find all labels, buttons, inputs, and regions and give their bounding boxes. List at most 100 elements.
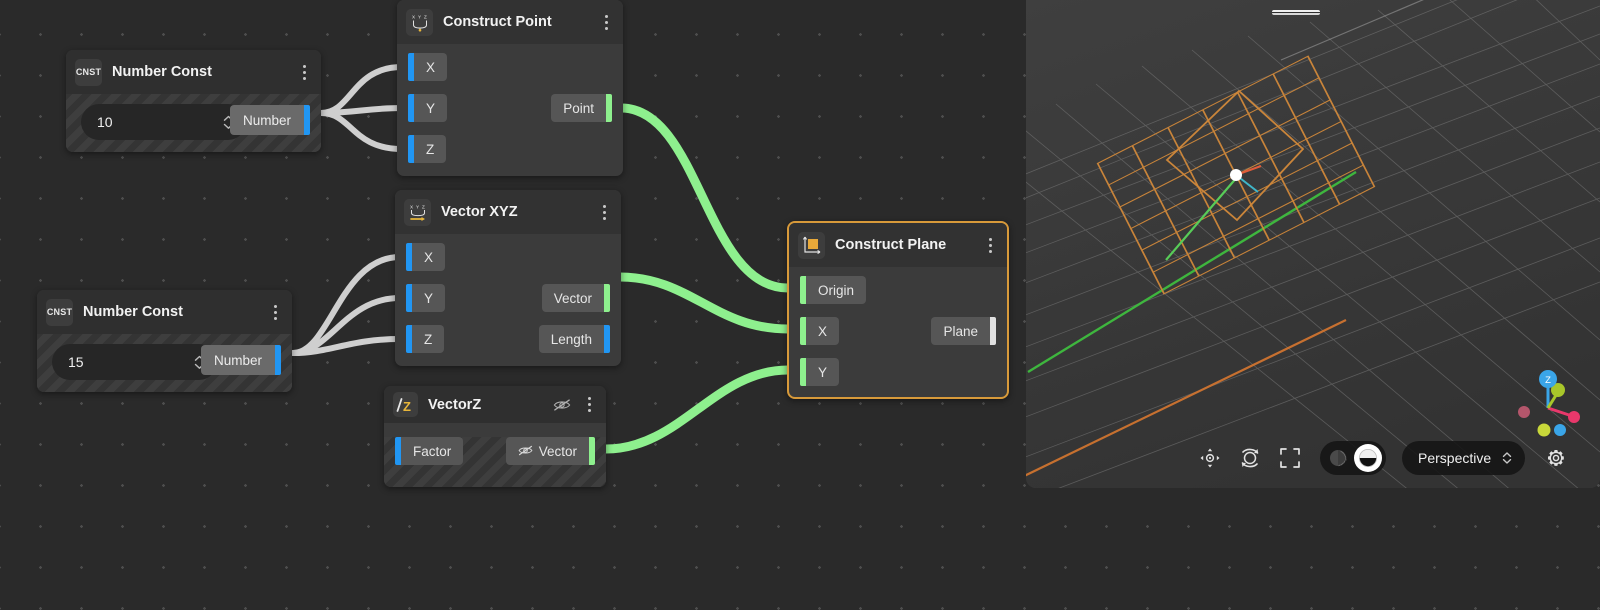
node-header[interactable]: X Y Z Construct Point [397,0,623,44]
output-port-vector-label: Vector [539,444,577,459]
output-port-point-connector[interactable] [606,94,612,122]
node-menu-button[interactable] [297,63,311,81]
output-port-point[interactable]: Point [551,94,606,122]
input-port-factor[interactable]: Factor [401,437,463,465]
svg-text:X: X [410,205,413,210]
projection-label: Perspective [1418,450,1491,466]
gizmo-x-ball [1568,411,1580,423]
shading-solid-icon[interactable] [1354,444,1382,472]
orbit-icon[interactable] [1236,444,1264,472]
input-port-z[interactable]: Z [412,325,444,353]
node-vector-xyz[interactable]: X Y Z Vector XYZ X Y [395,190,621,366]
xyz-arrow-icon: X Y Z [404,199,431,226]
node-title: Construct Point [443,14,589,30]
shading-mode-group[interactable] [1320,441,1386,475]
node-body: X Y Point Z [397,44,623,163]
node-vectorz[interactable]: Z VectorZ Factor [384,386,606,487]
cnst-icon: CNST [46,299,73,326]
node-menu-button[interactable] [599,13,613,31]
eye-off-icon [518,444,533,459]
cnst-icon-label: CNST [76,67,101,77]
node-number-const-2[interactable]: CNST Number Const 15 Number [37,290,292,392]
output-port-number-connector[interactable] [304,105,310,135]
svg-text:Z: Z [422,205,425,210]
node-body: X Y Vector Z Length [395,234,621,353]
input-port-y[interactable]: Y [414,94,447,122]
move-gizmo-icon[interactable] [1196,444,1224,472]
node-title: Number Const [83,304,258,320]
node-menu-button[interactable] [582,396,596,414]
output-port-vector[interactable]: Vector [542,284,604,312]
node-number-const-1[interactable]: CNST Number Const 10 Number [66,50,321,152]
xyz-point-icon: X Y Z [406,9,433,36]
node-body: Factor Vector [384,437,606,487]
node-construct-point[interactable]: X Y Z Construct Point X Y [397,0,623,176]
input-row: Factor Vector [384,437,606,465]
shading-sphere-icon[interactable] [1324,444,1352,472]
eye-off-icon[interactable] [553,398,571,412]
chevron-updown-icon [1501,450,1513,466]
output-port-number[interactable]: Number [230,105,304,135]
cnst-icon: CNST [75,59,102,86]
wire-vectorz-y [606,370,788,449]
viewport-drag-handle[interactable] [1272,10,1320,15]
node-header[interactable]: Z VectorZ [384,386,606,423]
input-port-x[interactable]: X [414,53,447,81]
node-header[interactable]: Construct Plane [789,223,1007,267]
gizmo-x-axis [1548,408,1572,416]
node-title: Vector XYZ [441,204,587,220]
input-port-y[interactable]: Y [412,284,445,312]
viewport-toolbar[interactable]: Perspective [1196,441,1571,475]
fullscreen-icon[interactable] [1276,444,1304,472]
object-origin-point [1230,169,1242,181]
svg-text:Z: Z [424,15,427,20]
input-port-z[interactable]: Z [414,135,446,163]
node-menu-button[interactable] [983,236,997,254]
node-header[interactable]: CNST Number Const [37,290,292,334]
input-port-y[interactable]: Y [806,358,839,386]
output-port-length[interactable]: Length [539,325,604,353]
number-input[interactable]: 15 [52,344,217,380]
input-port-origin[interactable]: Origin [806,276,866,304]
node-menu-button[interactable] [268,303,282,321]
output-port-length-connector[interactable] [604,325,610,353]
node-menu-button[interactable] [597,203,611,221]
wire-const1-x [321,67,402,113]
input-row: Y Point [397,94,623,122]
node-title: Number Const [112,64,287,80]
node-title: VectorZ [428,397,543,413]
cnst-icon-label: CNST [47,307,72,317]
viewport-3d[interactable]: Z [1026,0,1600,488]
input-port-x[interactable]: X [806,317,839,345]
input-row: Y [789,358,1007,386]
node-body: Origin X Plane Y [789,267,1007,386]
output-port-vector-connector[interactable] [604,284,610,312]
output-port-number-connector[interactable] [275,345,281,375]
output-port-plane[interactable]: Plane [931,317,990,345]
input-port-x[interactable]: X [412,243,445,271]
node-header[interactable]: CNST Number Const [66,50,321,94]
projection-select[interactable]: Perspective [1402,441,1525,475]
axis-gizmo[interactable]: Z [1512,368,1584,440]
gear-icon[interactable] [1541,443,1571,473]
plane-icon [798,232,825,259]
output-port-vector[interactable]: Vector [506,437,589,465]
gizmo-neg-z-ball [1554,424,1566,436]
svg-text:Z: Z [403,399,411,413]
svg-text:X: X [412,15,415,20]
input-row: Y Vector [395,284,621,312]
input-row: X Plane [789,317,1007,345]
wire-const2-z [293,339,400,353]
number-input-value: 15 [68,354,194,370]
number-input[interactable]: 10 [81,104,246,140]
svg-text:Y: Y [418,15,421,20]
input-row: Origin [789,276,1007,304]
number-input-value: 10 [97,114,223,130]
node-construct-plane[interactable]: Construct Plane Origin X Plane Y [787,221,1009,399]
gizmo-neg-x-ball [1518,406,1530,418]
output-port-number[interactable]: Number [201,345,275,375]
slash-z-icon: Z [393,392,418,417]
output-port-plane-connector[interactable] [990,317,996,345]
output-port-vector-connector[interactable] [589,437,595,465]
node-header[interactable]: X Y Z Vector XYZ [395,190,621,234]
